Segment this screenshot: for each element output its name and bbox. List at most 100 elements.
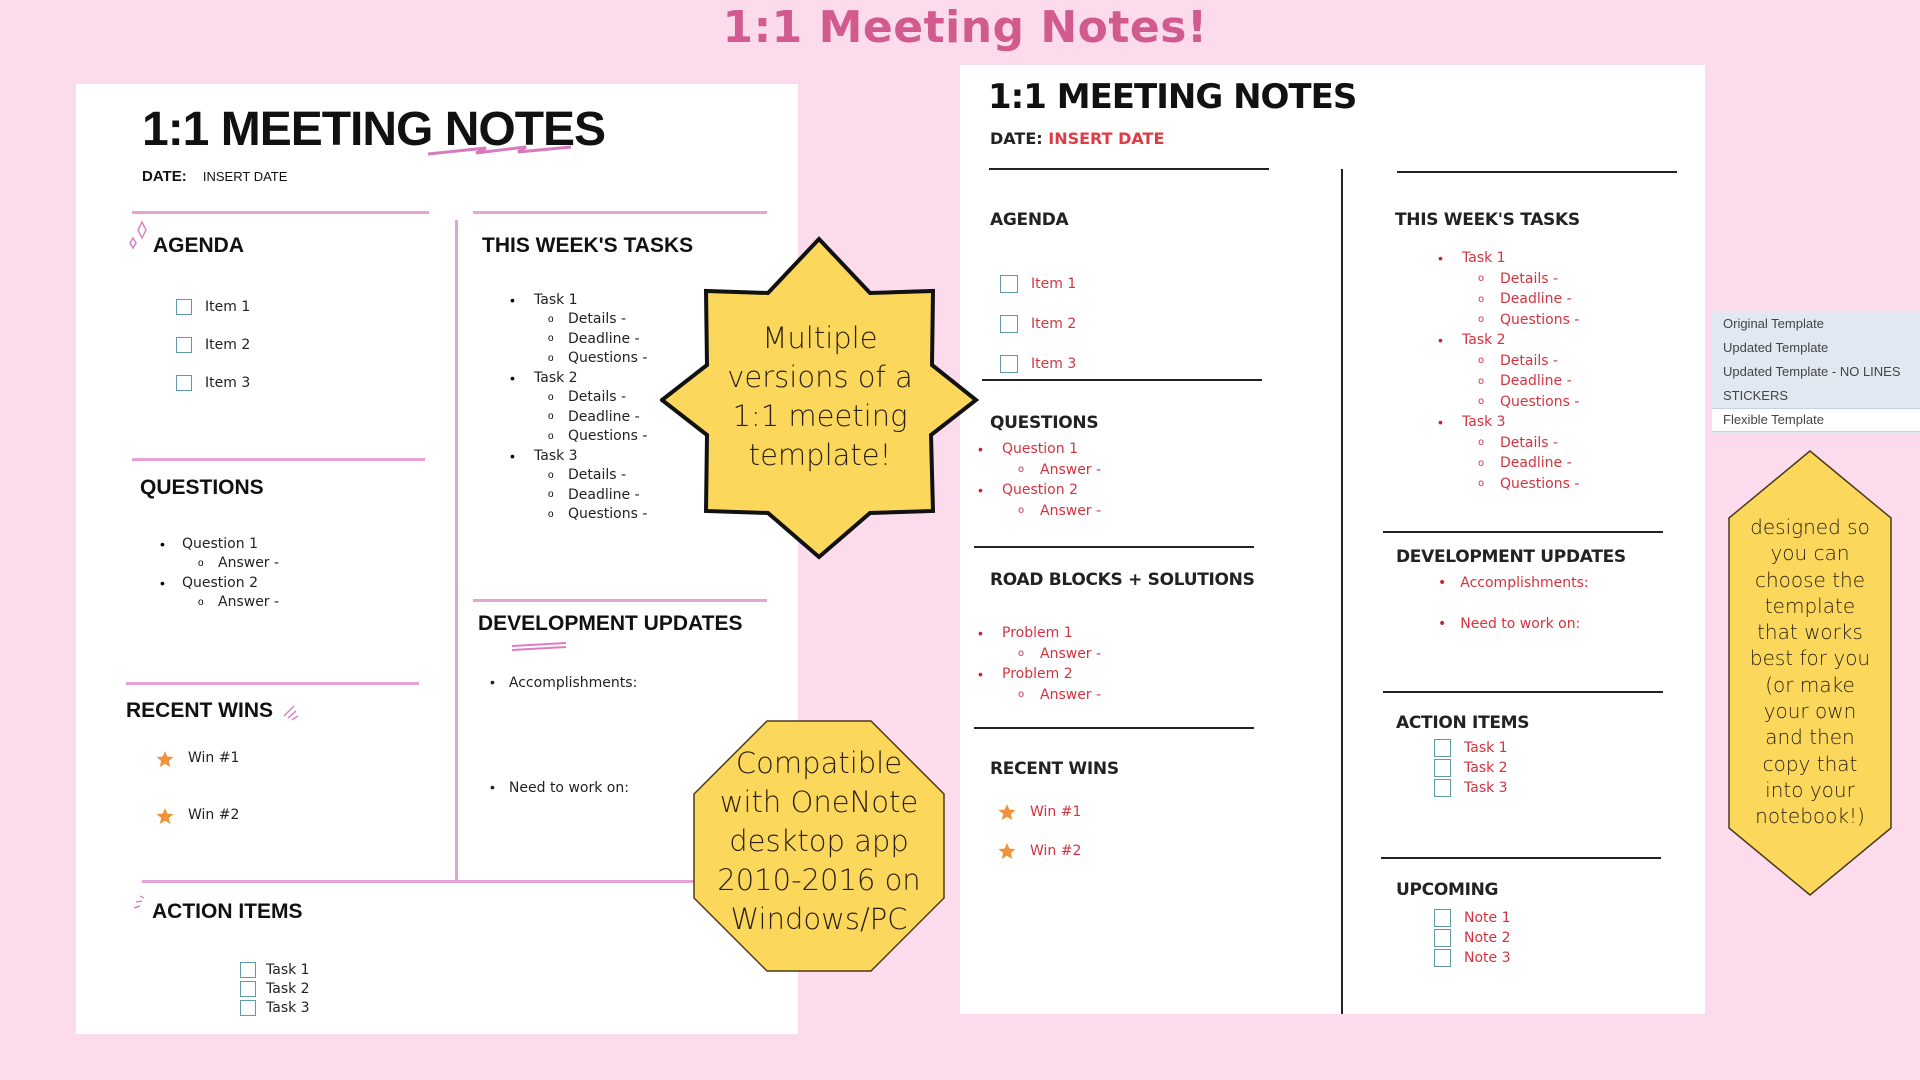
agenda-item-label: Item 1 (205, 299, 251, 315)
divider (142, 880, 772, 883)
divider (1383, 691, 1663, 693)
hollow-bullet-icon: o (548, 333, 554, 345)
section-tab-active[interactable]: Flexible Template (1723, 412, 1824, 427)
checkbox[interactable] (1434, 779, 1451, 797)
hollow-bullet-icon: o (1478, 314, 1485, 326)
task-subitem: o Details - (510, 388, 647, 408)
hollow-bullet-icon: o (1478, 355, 1485, 367)
upcoming-item[interactable]: Note 2 (1434, 928, 1511, 948)
action-items-list: Task 1 Task 2 Task 3 (1434, 738, 1508, 798)
star-callout-text: Multiple versions of a 1:1 meeting template… (700, 319, 940, 475)
questions-heading: QUESTIONS (140, 476, 264, 499)
hollow-bullet-icon: o (548, 430, 554, 442)
action-item[interactable]: Task 1 (1434, 738, 1508, 758)
divider (473, 599, 767, 602)
star-icon (998, 803, 1016, 820)
task-subitem-label: Details - (1500, 434, 1559, 451)
answer-label: Answer - (1040, 645, 1102, 662)
task-subitem-label: Deadline - (1500, 291, 1572, 308)
divider (473, 211, 767, 214)
agenda-item[interactable]: Item 1 (1000, 264, 1076, 304)
action-items-heading: ACTION ITEMS (152, 900, 303, 923)
problem-item: • Problem 2 (978, 664, 1101, 685)
task-subitem-label: Questions - (568, 506, 648, 523)
agenda-item[interactable]: Item 3 (176, 364, 250, 402)
column-divider (455, 220, 458, 882)
checkbox[interactable] (176, 299, 192, 315)
win-item: Win #2 (998, 831, 1081, 870)
task-subitem: o Deadline - (510, 329, 647, 349)
bullet-icon: • (1438, 332, 1443, 349)
hollow-bullet-icon: o (1478, 273, 1485, 285)
win-label: Win #2 (188, 807, 240, 823)
octagon-callout: Compatible with OneNote desktop app 2010-20… (693, 720, 945, 972)
checkbox[interactable] (240, 980, 256, 997)
checkbox[interactable] (1434, 759, 1451, 777)
checkbox[interactable] (240, 961, 256, 978)
octagon-callout-line: Compatible (735, 746, 903, 780)
agenda-item[interactable]: Item 1 (176, 288, 250, 326)
checkbox[interactable] (176, 375, 192, 391)
task-label: Task 1 (534, 291, 578, 308)
star-callout-line: Multiple (762, 321, 878, 355)
agenda-item[interactable]: Item 2 (1000, 304, 1076, 344)
action-item-label: Task 3 (266, 999, 310, 1016)
hexagon-callout-line: copy that (1762, 751, 1858, 776)
task-subitem: o Questions - (1438, 392, 1579, 413)
action-item[interactable]: Task 2 (240, 979, 310, 998)
hexagon-callout-line: best for you (1749, 646, 1871, 671)
win-label: Win #1 (1030, 803, 1082, 820)
checkbox[interactable] (1000, 355, 1018, 373)
agenda-item[interactable]: Item 2 (176, 326, 250, 364)
win-item: Win #1 (156, 750, 239, 807)
hexagon-callout-line: notebook!) (1755, 804, 1865, 829)
dev-updates-heading: DEVELOPMENT UPDATES (1396, 547, 1626, 567)
section-tab[interactable]: STICKERS (1723, 388, 1788, 403)
checkbox[interactable] (1434, 949, 1451, 967)
answer-label: Answer - (1040, 502, 1102, 519)
wins-list: Win #1 Win #2 (998, 792, 1081, 870)
answer-item: o Answer - (160, 593, 279, 613)
section-tab[interactable]: Original Template (1723, 316, 1824, 331)
left-date-row: DATE: INSERT DATE (142, 168, 287, 185)
upcoming-item[interactable]: Note 1 (1434, 908, 1511, 928)
action-item[interactable]: Task 2 (1434, 758, 1508, 778)
task-subitem: o Details - (510, 466, 647, 486)
date-value[interactable]: INSERT DATE (203, 169, 288, 184)
divider (126, 682, 419, 685)
task-item: • Task 3 (1438, 412, 1579, 433)
section-tab[interactable]: Updated Template (1723, 340, 1828, 355)
divider (989, 168, 1269, 170)
hollow-bullet-icon: o (1478, 457, 1485, 469)
checkbox[interactable] (1434, 929, 1451, 947)
checkbox[interactable] (1434, 739, 1451, 757)
action-item-label: Task 2 (266, 980, 310, 997)
action-item[interactable]: Task 3 (1434, 778, 1508, 798)
hexagon-callout: designed so you can choose the template that… (1728, 450, 1892, 896)
upcoming-heading: UPCOMING (1396, 880, 1499, 900)
hollow-bullet-icon: o (1478, 437, 1485, 449)
action-item-label: Task 3 (1464, 780, 1508, 796)
task-label: Task 2 (534, 369, 578, 386)
bullet-icon: • (978, 666, 983, 683)
section-tab[interactable]: Updated Template - NO LINES (1723, 364, 1901, 379)
action-item[interactable]: Task 1 (240, 960, 310, 979)
hexagon-callout-line: into your (1765, 777, 1855, 802)
action-item[interactable]: Task 3 (240, 998, 310, 1017)
agenda-item[interactable]: Item 3 (1000, 344, 1076, 384)
agenda-item-label: Item 3 (1031, 356, 1077, 372)
task-subitem-label: Deadline - (1500, 455, 1572, 472)
checkbox[interactable] (1000, 315, 1018, 333)
problem-label: Problem 2 (1002, 666, 1073, 683)
question-label: Question 1 (182, 535, 258, 552)
octagon-callout-line: with OneNote (719, 785, 919, 819)
hexagon-callout-text: designed so you can choose the template that… (1728, 514, 1892, 830)
upcoming-item[interactable]: Note 3 (1434, 948, 1511, 968)
checkbox[interactable] (240, 999, 256, 1016)
checkbox[interactable] (1000, 275, 1018, 293)
checkbox[interactable] (176, 337, 192, 353)
hexagon-callout-line: you can (1770, 541, 1850, 566)
checkbox[interactable] (1434, 909, 1451, 927)
question-item: • Question 1 (160, 534, 279, 554)
date-value[interactable]: INSERT DATE (1048, 129, 1164, 148)
